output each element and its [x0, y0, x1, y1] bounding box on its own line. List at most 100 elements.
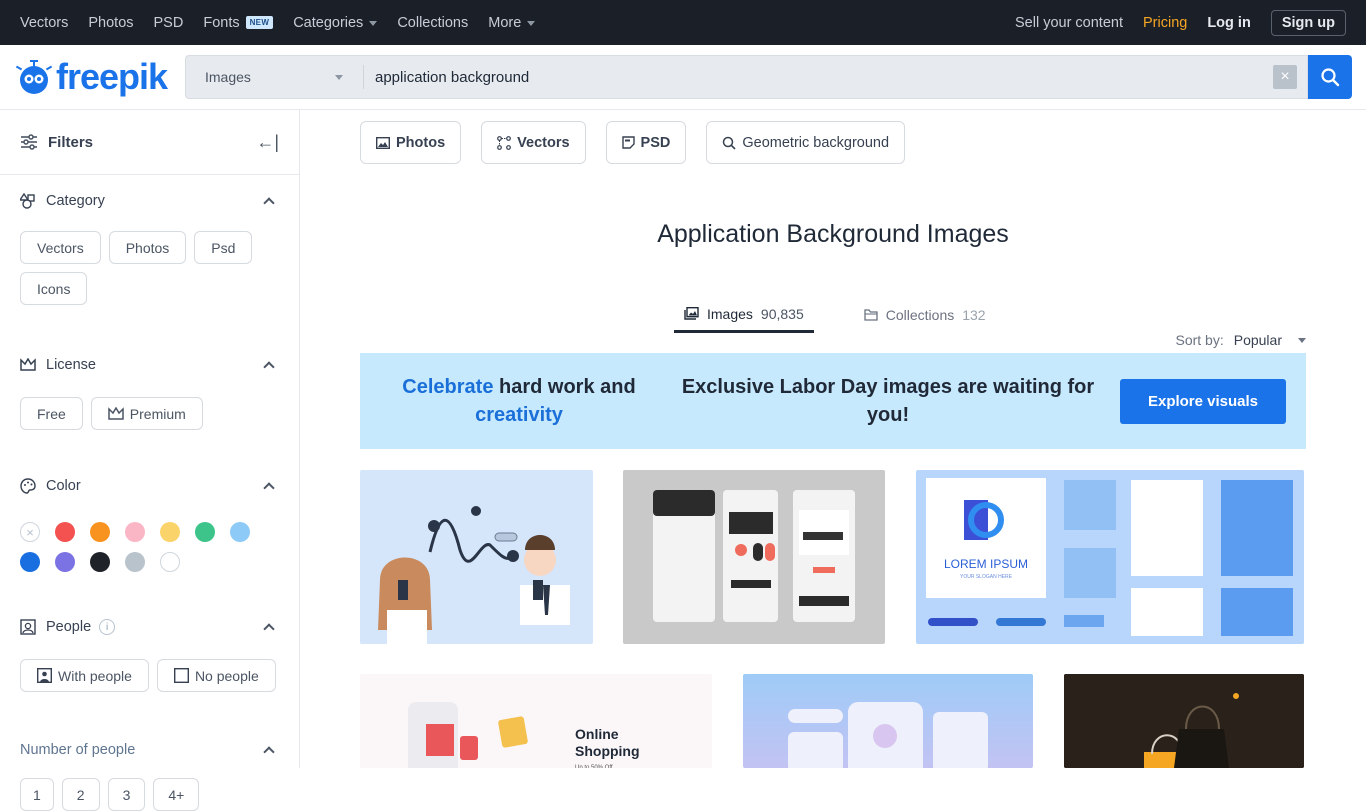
result-image[interactable] [360, 470, 593, 644]
top-navigation: Vectors Photos PSD Fonts NEW Categories C… [0, 0, 1366, 45]
caret-down-icon [1298, 337, 1306, 343]
search-header: freepik Images × [0, 45, 1366, 110]
page-title: Application Background Images [657, 220, 1009, 248]
clear-search-button[interactable]: × [1273, 65, 1297, 89]
nav-more[interactable]: More [488, 15, 536, 31]
premium-label: Premium [129, 405, 186, 422]
nav-collections-label: Collections [397, 14, 469, 31]
license-premium-chip[interactable]: Premium [90, 397, 203, 430]
people-count-4plus-chip[interactable]: 4+ [153, 778, 200, 811]
color-swatches: × [20, 522, 279, 572]
sell-content-link[interactable]: Sell your content [1015, 15, 1123, 31]
nav-collections[interactable]: Collections [397, 15, 468, 31]
palette-icon [20, 478, 36, 494]
tab-images[interactable]: Images 90,835 [674, 300, 814, 333]
signup-button[interactable]: Sign up [1270, 9, 1346, 36]
banner-highlight-celebrate: Celebrate [402, 376, 494, 398]
color-swatch[interactable] [90, 522, 110, 542]
people-count-1-chip[interactable]: 1 [20, 778, 54, 811]
vector-icon [497, 135, 512, 150]
license-free-chip[interactable]: Free [20, 397, 83, 430]
collapse-sidebar-icon[interactable]: ←| [256, 132, 279, 153]
result-image[interactable] [623, 470, 885, 644]
result-image[interactable]: LOREM IPSUM YOUR SLOGAN HERE [916, 470, 1304, 644]
with-people-chip[interactable]: With people [20, 659, 149, 692]
thumbnail-caption-online: Online [575, 726, 619, 742]
color-swatch[interactable] [160, 552, 180, 572]
nav-psd[interactable]: PSD [154, 15, 184, 31]
caret-down-icon [527, 21, 536, 26]
nav-photos-label: Photos [88, 14, 134, 31]
quick-filter-geometric-label: Geometric background [742, 134, 890, 151]
result-image[interactable]: Online Shopping Up to 50% Off [360, 674, 712, 768]
chat-illustration [378, 506, 570, 644]
login-link[interactable]: Log in [1207, 15, 1251, 31]
color-swatch[interactable] [160, 522, 180, 542]
nav-photos[interactable]: Photos [88, 15, 133, 31]
quick-filters: Photos Vectors PSD Geometric background [360, 121, 906, 164]
banner-headline: Celebrate hard work and creativity [360, 373, 678, 429]
category-header[interactable]: Category [20, 191, 279, 211]
search-button[interactable] [1308, 55, 1352, 99]
nav-categories[interactable]: Categories [293, 15, 378, 31]
color-header[interactable]: Color [20, 476, 279, 496]
color-swatch[interactable] [20, 552, 40, 572]
category-vectors-chip[interactable]: Vectors [20, 231, 101, 264]
category-label: Category [46, 193, 105, 209]
folder-icon [864, 309, 878, 321]
quick-filter-geometric-background[interactable]: Geometric background [706, 121, 906, 164]
search-type-label: Images [205, 69, 251, 85]
color-swatch-none[interactable]: × [20, 522, 40, 542]
info-icon[interactable]: i [99, 619, 116, 635]
pricing-link[interactable]: Pricing [1143, 15, 1187, 31]
empty-frame-icon [173, 668, 189, 683]
color-swatch[interactable] [230, 522, 250, 542]
freepik-logo[interactable]: freepik [15, 58, 185, 96]
category-photos-chip[interactable]: Photos [108, 231, 187, 264]
search-input[interactable] [364, 68, 1273, 86]
color-swatch[interactable] [125, 522, 145, 542]
person-icon [37, 668, 52, 683]
filters-sidebar: Filters ←| Category Vectors Photos Psd I… [0, 110, 300, 811]
tab-collections[interactable]: Collections 132 [854, 300, 996, 330]
color-swatch[interactable] [55, 522, 75, 542]
sort-dropdown[interactable]: Sort by: Popular [1175, 332, 1306, 348]
nav-vectors[interactable]: Vectors [20, 15, 68, 31]
caret-down-icon [335, 74, 343, 80]
search-bar: Images × [185, 55, 1308, 99]
close-icon: × [1280, 68, 1290, 85]
result-image[interactable] [1064, 674, 1304, 768]
filters-header: Filters ←| [0, 110, 299, 175]
caret-down-icon [369, 21, 378, 26]
search-icon [723, 136, 736, 150]
people-count-3-chip[interactable]: 3 [107, 778, 146, 811]
nav-fonts-label: Fonts [203, 14, 240, 31]
people-count-2-chip[interactable]: 2 [61, 778, 100, 811]
number-of-people-header[interactable]: Number of people [20, 740, 279, 760]
color-swatch[interactable] [90, 552, 110, 572]
explore-visuals-button[interactable]: Explore visuals [1120, 378, 1286, 424]
people-section: People i With people No people [0, 617, 299, 692]
with-people-label: With people [58, 667, 132, 684]
color-swatch[interactable] [195, 522, 215, 542]
color-swatch[interactable] [125, 552, 145, 572]
no-people-chip[interactable]: No people [156, 659, 276, 692]
category-psd-chip[interactable]: Psd [194, 231, 253, 264]
online-shopping-illustration [408, 702, 528, 768]
color-label: Color [46, 478, 81, 494]
freepik-mascot-icon [15, 60, 53, 94]
brand-identity-mockup: LOREM IPSUM YOUR SLOGAN HERE [926, 478, 1293, 636]
chevron-up-icon [263, 361, 275, 373]
app-screens-mockup [653, 490, 855, 622]
quick-filter-vectors[interactable]: Vectors [481, 121, 586, 164]
result-image[interactable] [743, 674, 1033, 768]
nav-fonts[interactable]: Fonts NEW [203, 14, 274, 31]
search-type-dropdown[interactable]: Images [186, 65, 364, 89]
quick-filter-photos-label: Photos [396, 134, 446, 151]
color-swatch[interactable] [55, 552, 75, 572]
quick-filter-photos[interactable]: Photos [360, 121, 462, 164]
license-header[interactable]: License [20, 355, 279, 375]
quick-filter-psd[interactable]: PSD [605, 121, 687, 164]
category-icons-chip[interactable]: Icons [20, 272, 88, 305]
people-header[interactable]: People i [20, 617, 279, 637]
